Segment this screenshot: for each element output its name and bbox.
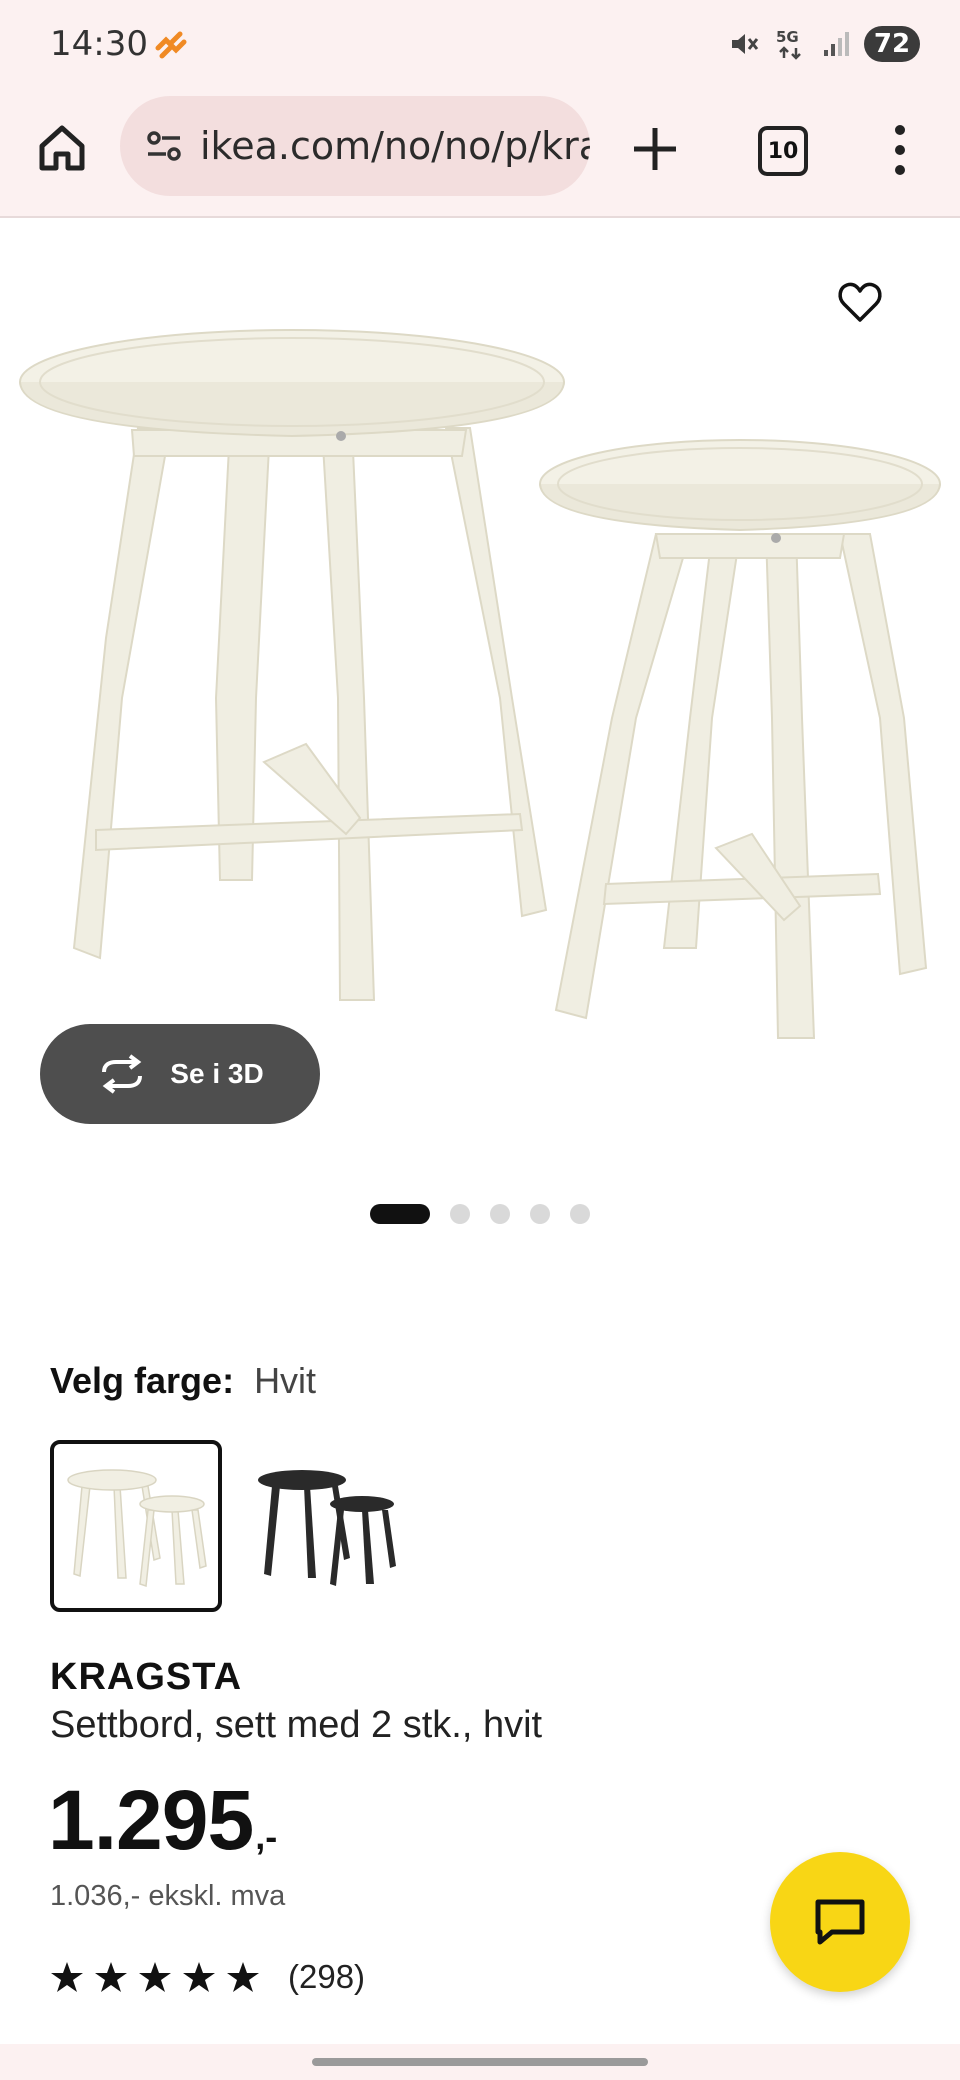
price-suffix: ,- <box>255 1816 278 1857</box>
plus-icon[interactable] <box>628 122 682 176</box>
url-text[interactable]: ikea.com/no/no/p/kra <box>200 124 590 168</box>
navigation-bar <box>0 2044 960 2080</box>
color-label: Velg farge: <box>50 1360 235 1401</box>
network-label: 5G <box>776 28 799 46</box>
product-price: 1.295 ,- <box>48 1772 277 1869</box>
star-icon <box>139 1962 171 1992</box>
rating[interactable]: (298) <box>50 1958 365 1996</box>
product-image[interactable] <box>0 218 960 1078</box>
product-description: Settbord, sett med 2 stk., hvit <box>50 1704 543 1746</box>
battery-indicator: 72 <box>864 26 920 62</box>
gesture-handle[interactable] <box>312 2058 648 2066</box>
more-vert-icon[interactable] <box>882 122 918 178</box>
color-swatch-white[interactable] <box>50 1440 222 1612</box>
price-ex-vat: 1.036,- ekskl. mva <box>50 1880 286 1912</box>
mute-icon <box>732 34 759 54</box>
url-bar[interactable]: ikea.com/no/no/p/kra <box>120 96 590 196</box>
large-table <box>19 329 565 1001</box>
price-amount: 1.295 <box>48 1773 254 1867</box>
color-swatch-black[interactable] <box>252 1440 424 1612</box>
tune-icon[interactable] <box>142 124 186 168</box>
chat-icon <box>815 1899 865 1945</box>
carousel-dot[interactable] <box>450 1204 470 1224</box>
color-selector-label: Velg farge: Hvit <box>50 1360 316 1402</box>
carousel-dot[interactable] <box>490 1204 510 1224</box>
chat-button[interactable] <box>770 1852 910 1992</box>
image-carousel-dots[interactable] <box>370 1204 590 1224</box>
browser-toolbar: ikea.com/no/no/p/kra 10 <box>0 90 960 218</box>
carousel-dot[interactable] <box>570 1204 590 1224</box>
star-icon <box>95 1962 127 1992</box>
star-icon <box>183 1962 215 1992</box>
color-value: Hvit <box>254 1360 317 1401</box>
view-3d-label: Se i 3D <box>170 1058 264 1089</box>
network-5g-icon: 5G <box>776 28 801 60</box>
white-tables-thumbnail <box>67 1469 207 1588</box>
signal-icon <box>824 32 849 56</box>
tab-switcher-button[interactable]: 10 <box>758 126 808 176</box>
star-icon <box>227 1962 259 1992</box>
rating-count[interactable]: (298) <box>288 1958 365 1996</box>
rotate-3d-icon <box>102 1054 143 1094</box>
status-icons: 5G 72 <box>728 26 920 62</box>
activity-icon <box>155 31 187 59</box>
home-icon[interactable] <box>34 120 90 176</box>
star-icon <box>51 1962 83 1992</box>
small-table <box>539 439 941 1039</box>
product-name: KRAGSTA <box>50 1656 243 1698</box>
view-3d-button[interactable]: Se i 3D <box>40 1024 320 1124</box>
status-time: 14:30 <box>50 24 148 64</box>
heart-icon[interactable] <box>836 278 884 326</box>
black-tables-thumbnail <box>258 1470 396 1586</box>
carousel-dot[interactable] <box>530 1204 550 1224</box>
carousel-dot-active[interactable] <box>370 1204 430 1224</box>
status-bar: 14:30 5G 72 <box>0 0 960 90</box>
